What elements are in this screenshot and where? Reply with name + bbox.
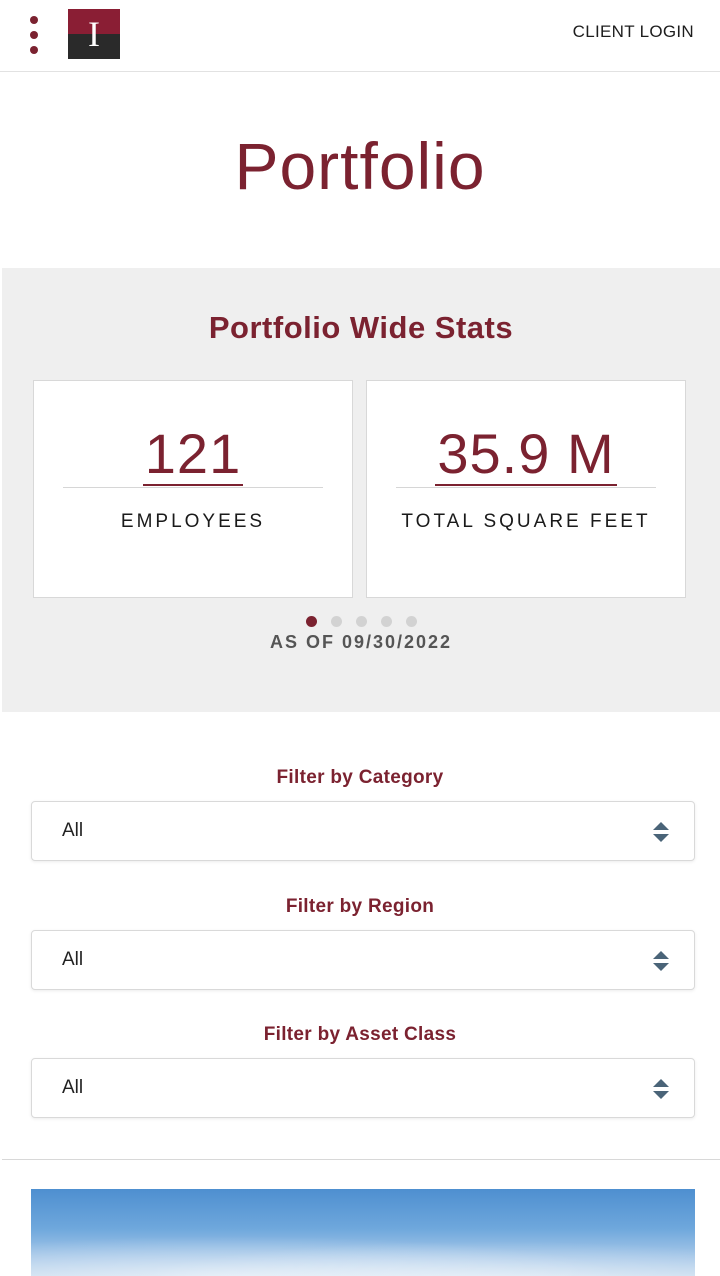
menu-icon[interactable]	[26, 16, 42, 54]
carousel-dot[interactable]	[330, 616, 342, 627]
filter-category-select[interactable]: All	[31, 801, 695, 861]
client-login-link[interactable]: CLIENT LOGIN	[573, 22, 694, 42]
stat-label: EMPLOYEES	[120, 511, 266, 532]
up-down-arrows-icon	[653, 1079, 669, 1099]
carousel-dots	[2, 616, 720, 628]
stat-divider	[396, 487, 656, 488]
photo-sky	[31, 1229, 695, 1276]
page-title: Portfolio	[234, 129, 486, 203]
property-photo[interactable]	[31, 1189, 695, 1276]
stat-value-text: 35.9 M	[435, 422, 617, 486]
carousel-dot[interactable]	[380, 616, 392, 627]
up-down-arrows-icon	[653, 822, 669, 842]
site-header: I CLIENT LOGIN	[0, 0, 720, 72]
stat-value-text: 121	[142, 422, 244, 486]
stat-value: 121	[34, 421, 352, 486]
filter-asset-class-select[interactable]: All	[31, 1058, 695, 1118]
stats-as-of-date: AS OF 09/30/2022	[269, 632, 453, 652]
stat-value: 35.9 M	[367, 421, 685, 486]
stat-card-square-feet: 35.9 M TOTAL SQUARE FEET	[366, 380, 686, 598]
filter-region-select[interactable]: All	[31, 930, 695, 990]
company-logo[interactable]: I	[68, 9, 120, 59]
stat-label: TOTAL SQUARE FEET	[401, 511, 651, 532]
stats-heading: Portfolio Wide Stats	[208, 310, 514, 345]
menu-dot	[30, 31, 38, 39]
filter-region-label: Filter by Region	[285, 896, 435, 917]
filter-asset-class-label: Filter by Asset Class	[263, 1024, 457, 1045]
stat-divider	[63, 487, 323, 488]
up-down-arrows-icon	[653, 951, 669, 971]
stat-card-employees: 121 EMPLOYEES	[33, 380, 353, 598]
menu-dot	[30, 46, 38, 54]
section-divider	[2, 1159, 720, 1160]
select-value: All	[62, 1077, 84, 1098]
portfolio-stats-section: Portfolio Wide Stats 121 EMPLOYEES 35.9 …	[2, 268, 720, 712]
select-value: All	[62, 949, 84, 970]
carousel-dot[interactable]	[355, 616, 367, 627]
carousel-dot[interactable]	[405, 616, 417, 627]
select-value: All	[62, 820, 84, 841]
menu-dot	[30, 16, 38, 24]
filter-category-label: Filter by Category	[276, 767, 444, 788]
carousel-dot[interactable]	[305, 616, 317, 627]
logo-letter: I	[88, 14, 100, 54]
